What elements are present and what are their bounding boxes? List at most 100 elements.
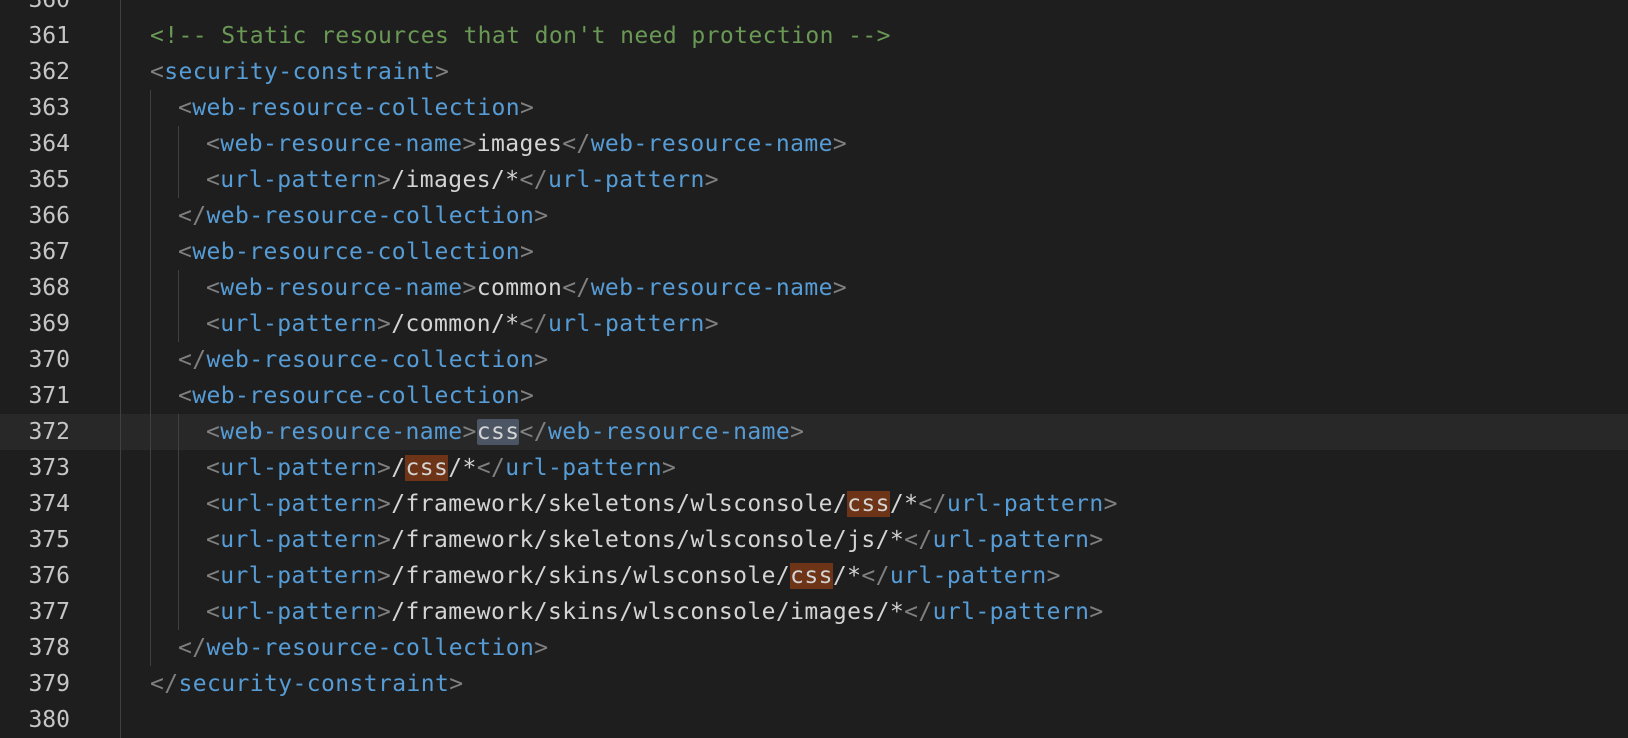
code-line[interactable]: 364 <web-resource-name>images</web-resour… [0, 126, 1628, 162]
code-line[interactable]: 369 <url-pattern>/common/*</url-pattern> [0, 306, 1628, 342]
tag-token: web-resource-collection [206, 347, 535, 373]
code-content[interactable]: <url-pattern>/css/*</url-pattern> [206, 450, 676, 486]
bracket-token: < [206, 131, 221, 157]
code-line[interactable]: 368 <web-resource-name>common</web-resour… [0, 270, 1628, 306]
line-number: 363 [28, 95, 70, 121]
bracket-token: < [206, 311, 221, 337]
text-token: images [476, 131, 563, 157]
line-number: 372 [28, 419, 70, 445]
bracket-token: < [206, 275, 221, 301]
line-number: 369 [28, 311, 70, 337]
indent-guide [178, 414, 179, 630]
indent-guide [178, 270, 179, 342]
code-line[interactable]: 379 </security-constraint> [0, 666, 1628, 702]
code-content[interactable]: <web-resource-name>images</web-resource-… [206, 126, 847, 162]
code-content[interactable]: <url-pattern>/framework/skeletons/wlscon… [206, 486, 1118, 522]
line-number: 377 [28, 599, 70, 625]
text-token: /* [448, 455, 477, 481]
bracket-token: < [206, 599, 221, 625]
tag-token: url-pattern [220, 167, 377, 193]
line-number: 370 [28, 347, 70, 373]
bracket-token: > [376, 527, 392, 553]
code-line[interactable]: 378 </web-resource-collection> [0, 630, 1628, 666]
code-line[interactable]: 372 <web-resource-name>css</web-resource-… [0, 414, 1628, 450]
code-content[interactable]: <web-resource-collection> [178, 234, 534, 270]
indent-guide [178, 126, 179, 198]
tag-token: web-resource-collection [206, 635, 535, 661]
bracket-token: > [519, 383, 535, 409]
code-content[interactable]: <url-pattern>/framework/skins/wlsconsole… [206, 594, 1104, 630]
line-number: 376 [28, 563, 70, 589]
bracket-token: > [376, 311, 392, 337]
code-content[interactable]: <url-pattern>/images/*</url-pattern> [206, 162, 719, 198]
code-line[interactable]: 362 <security-constraint> [0, 54, 1628, 90]
code-line[interactable]: 375 <url-pattern>/framework/skeletons/wls… [0, 522, 1628, 558]
code-line[interactable]: 365 <url-pattern>/images/*</url-pattern> [0, 162, 1628, 198]
text-token: /common/* [391, 311, 520, 337]
code-content[interactable]: <web-resource-collection> [178, 90, 534, 126]
code-editor[interactable]: 360 361 <!-- Static resources that don't n… [0, 0, 1628, 738]
text-token: common [476, 275, 563, 301]
code-line[interactable]: 371 <web-resource-collection> [0, 378, 1628, 414]
line-number: 366 [28, 203, 70, 229]
code-line[interactable]: 360 [0, 0, 1628, 18]
line-number: 362 [28, 59, 70, 85]
code-line[interactable]: 367 <web-resource-collection> [0, 234, 1628, 270]
code-content[interactable]: </security-constraint> [150, 666, 463, 702]
text-token: /framework/skins/wlsconsole/ [391, 563, 791, 589]
code-content[interactable]: <url-pattern>/framework/skeletons/wlscon… [206, 522, 1104, 558]
tag-token: url-pattern [505, 455, 662, 481]
code-line[interactable]: 373 <url-pattern>/css/*</url-pattern> [0, 450, 1628, 486]
tag-token: security-constraint [164, 59, 435, 85]
code-line[interactable]: 366 </web-resource-collection> [0, 198, 1628, 234]
tag-token: url-pattern [889, 563, 1047, 589]
text-token: /* [832, 563, 862, 589]
text-token: /framework/skeletons/wlsconsole/ [391, 491, 848, 517]
bracket-token: < [206, 419, 221, 445]
code-line[interactable]: 361 <!-- Static resources that don't need… [0, 18, 1628, 54]
bracket-token: > [376, 455, 392, 481]
code-content[interactable]: <web-resource-collection> [178, 378, 534, 414]
bracket-token: > [376, 491, 392, 517]
bracket-token: < [206, 455, 221, 481]
search-match-token: css [405, 455, 449, 481]
code-line[interactable]: 363 <web-resource-collection> [0, 90, 1628, 126]
code-line[interactable]: 380 [0, 702, 1628, 738]
code-content[interactable]: <!-- Static resources that don't need pr… [150, 18, 891, 54]
bracket-token: > [534, 635, 549, 661]
bracket-token: > [1103, 491, 1118, 517]
bracket-token: > [534, 347, 549, 373]
text-token: /framework/skeletons/wlsconsole/js/* [391, 527, 905, 553]
code-content[interactable]: <web-resource-name>common</web-resource-… [206, 270, 847, 306]
bracket-token: </ [178, 203, 207, 229]
code-content[interactable]: </web-resource-collection> [178, 342, 548, 378]
bracket-token: < [206, 563, 221, 589]
tag-token: url-pattern [547, 167, 705, 193]
tag-token: url-pattern [220, 311, 377, 337]
tag-token: web-resource-collection [192, 95, 520, 121]
tag-token: url-pattern [932, 599, 1090, 625]
code-content[interactable]: <security-constraint> [150, 54, 449, 90]
code-line[interactable]: 374 <url-pattern>/framework/skeletons/wls… [0, 486, 1628, 522]
bracket-token: < [178, 95, 193, 121]
bracket-token: </ [904, 527, 933, 553]
bracket-token: < [206, 491, 221, 517]
bracket-token: > [449, 671, 464, 697]
code-line[interactable]: 377 <url-pattern>/framework/skins/wlscons… [0, 594, 1628, 630]
code-line[interactable]: 376 <url-pattern>/framework/skins/wlscons… [0, 558, 1628, 594]
bracket-token: > [462, 419, 477, 445]
code-content[interactable]: <url-pattern>/framework/skins/wlsconsole… [206, 558, 1061, 594]
tag-token: url-pattern [946, 491, 1104, 517]
code-content[interactable]: <web-resource-name>css</web-resource-nam… [206, 414, 804, 450]
tag-token: web-resource-name [220, 419, 463, 445]
bracket-token: > [519, 239, 535, 265]
bracket-token: > [832, 275, 848, 301]
code-content[interactable]: </web-resource-collection> [178, 630, 548, 666]
text-token: /* [889, 491, 919, 517]
tag-token: web-resource-collection [192, 239, 520, 265]
tag-token: security-constraint [178, 671, 450, 697]
code-line[interactable]: 370 </web-resource-collection> [0, 342, 1628, 378]
code-content[interactable]: </web-resource-collection> [178, 198, 548, 234]
text-token: /framework/skins/wlsconsole/images/* [391, 599, 905, 625]
code-content[interactable]: <url-pattern>/common/*</url-pattern> [206, 306, 719, 342]
